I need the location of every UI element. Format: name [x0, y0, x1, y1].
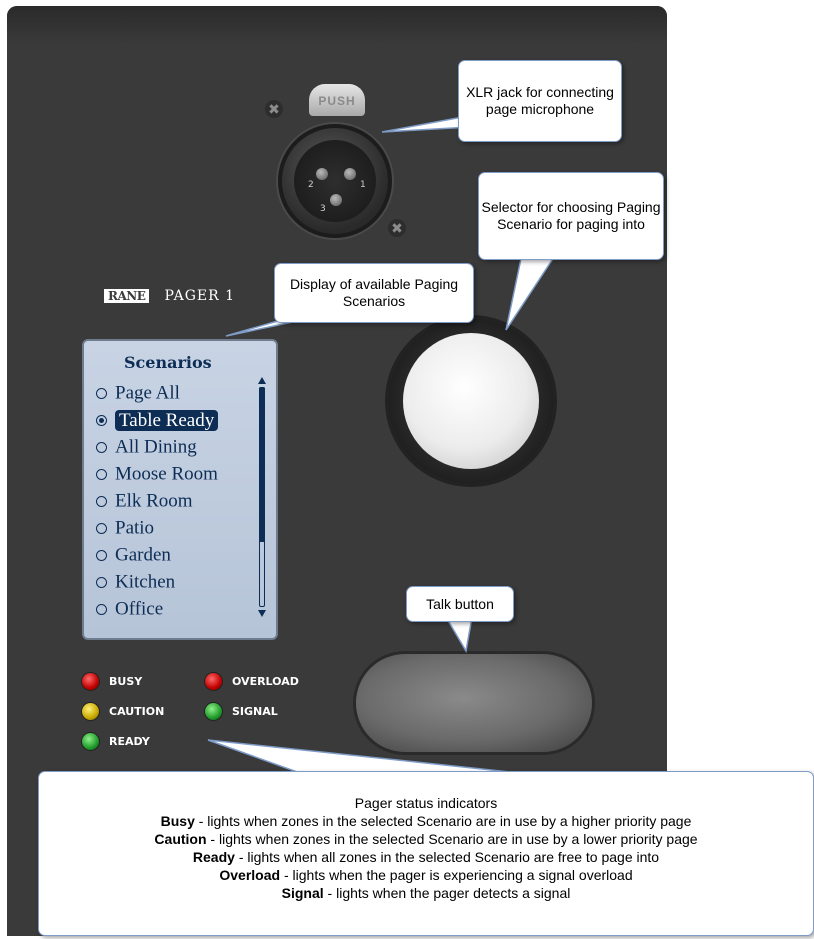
status-line-busy: Busy - lights when zones in the selected… [39, 812, 813, 830]
talk-callout: Talk button [406, 586, 514, 622]
status-desc: - lights when the pager is experiencing … [280, 867, 633, 883]
xlr-callout-text: XLR jack for connecting page microphone [466, 84, 614, 117]
status-desc: - lights when zones in the selected Scen… [194, 813, 692, 829]
display-callout: Display of available Paging Scenarios [274, 263, 474, 323]
status-line-overload: Overload - lights when the pager is expe… [39, 866, 813, 884]
status-line-ready: Ready - lights when all zones in the sel… [39, 848, 813, 866]
status-desc: - lights when the pager detects a signal [323, 885, 571, 901]
talk-callout-text: Talk button [426, 595, 494, 612]
status-indicators-callout: Pager status indicators Busy - lights wh… [38, 771, 814, 936]
status-term: Signal [281, 885, 324, 901]
selector-callout-text: Selector for choosing Paging Scenario fo… [481, 199, 661, 232]
status-title: Pager status indicators [354, 795, 498, 811]
xlr-callout: XLR jack for connecting page microphone [458, 60, 622, 142]
display-callout-text: Display of available Paging Scenarios [289, 276, 459, 309]
status-callout-pointer [207, 739, 521, 774]
status-term: Overload [219, 867, 281, 883]
status-term: Busy [160, 813, 195, 829]
status-term: Ready [192, 849, 235, 865]
talk-callout-pointer [444, 616, 473, 654]
selector-callout-pointer [505, 253, 558, 331]
status-term: Caution [154, 831, 207, 847]
status-desc: - lights when all zones in the selected … [234, 849, 660, 865]
status-line-caution: Caution - lights when zones in the selec… [39, 830, 813, 848]
selector-callout: Selector for choosing Paging Scenario fo… [478, 172, 664, 260]
status-line-signal: Signal - lights when the pager detects a… [39, 884, 813, 902]
status-desc: - lights when zones in the selected Scen… [206, 831, 698, 847]
